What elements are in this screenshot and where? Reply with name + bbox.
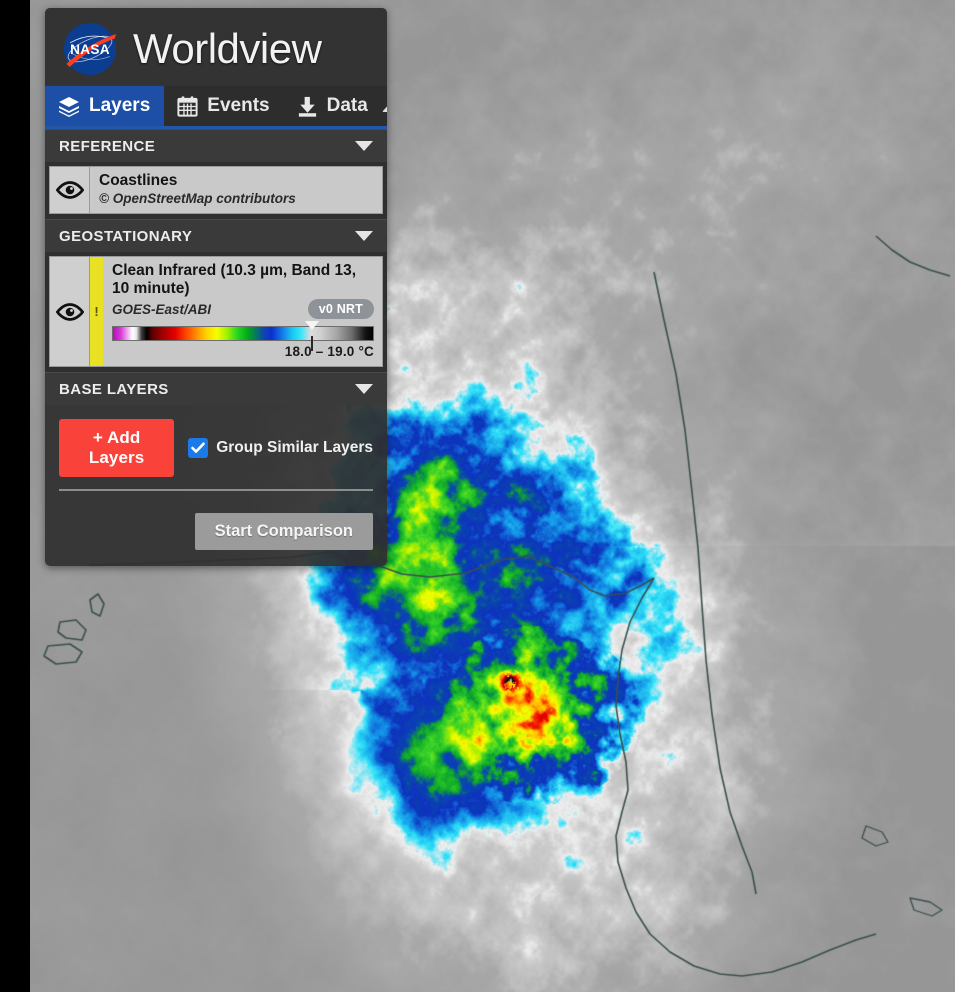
- section-header-geostationary[interactable]: GEOSTATIONARY: [45, 219, 387, 253]
- start-comparison-button[interactable]: Start Comparison: [194, 513, 373, 551]
- visibility-toggle-clean-infrared[interactable]: [50, 257, 90, 367]
- calendar-icon: [177, 95, 198, 117]
- layer-attribution-coastlines: © OpenStreetMap contributors: [99, 191, 296, 207]
- group-similar-layers-toggle[interactable]: Group Similar Layers: [188, 438, 373, 459]
- eye-icon: [55, 302, 84, 321]
- svg-text:NASA: NASA: [70, 41, 110, 56]
- exclamation-icon: !: [94, 304, 99, 320]
- panel-actions: + Add Layers Group Similar Layers: [45, 405, 387, 501]
- worldview-app: NASA Worldview Layers Events Data REFERE…: [0, 0, 955, 992]
- layer-row-clean-infrared[interactable]: ! Clean Infrared (10.3 µm, Band 13, 10 m…: [49, 256, 383, 368]
- reference-layer-list: Coastlines © OpenStreetMap contributors: [45, 162, 387, 220]
- group-similar-checkbox[interactable]: [188, 438, 209, 459]
- colorbar-gradient[interactable]: [112, 326, 374, 342]
- tab-events-label: Events: [207, 95, 270, 116]
- nasa-meatball-logo[interactable]: NASA: [59, 18, 121, 80]
- collapse-panel-button[interactable]: [381, 86, 387, 126]
- checkmark-icon: [191, 442, 206, 453]
- page-title: Worldview: [133, 24, 322, 72]
- geostationary-layer-list: ! Clean Infrared (10.3 µm, Band 13, 10 m…: [45, 252, 387, 373]
- section-title-reference: REFERENCE: [59, 137, 156, 155]
- tab-events[interactable]: Events: [164, 86, 283, 126]
- add-layers-button[interactable]: + Add Layers: [59, 419, 175, 478]
- caret-down-icon[interactable]: [355, 384, 373, 395]
- layer-name-coastlines: Coastlines: [99, 172, 178, 189]
- status-badge[interactable]: v0 NRT: [307, 299, 374, 320]
- caret-down-icon[interactable]: [355, 141, 373, 151]
- layers-panel: NASA Worldview Layers Events Data REFERE…: [45, 8, 387, 567]
- actions-divider: [59, 489, 373, 492]
- download-icon: [298, 96, 316, 117]
- layer-info-clean-infrared: Clean Infrared (10.3 µm, Band 13, 10 min…: [103, 257, 382, 366]
- tab-layers-label: Layers: [89, 95, 151, 116]
- tab-data[interactable]: Data: [284, 86, 382, 126]
- layer-name-clean-infrared: Clean Infrared (10.3 µm, Band 13, 10 min…: [112, 262, 357, 297]
- group-similar-label: Group Similar Layers: [216, 439, 373, 457]
- colorbar-range-label: 18.0 – 19.0 °C: [284, 344, 374, 360]
- tab-data-label: Data: [326, 95, 368, 116]
- layer-warning-indicator[interactable]: !: [90, 257, 103, 367]
- tab-layers[interactable]: Layers: [45, 86, 165, 126]
- layers-stack-icon: [59, 97, 79, 117]
- section-header-base-layers[interactable]: BASE LAYERS: [45, 372, 387, 406]
- layer-source-clean-infrared: GOES-East/ABI: [112, 301, 212, 317]
- comparison-row: Start Comparison: [45, 501, 387, 566]
- chevron-up-icon: [381, 100, 387, 112]
- app-header: NASA Worldview: [45, 8, 387, 86]
- layer-info-coastlines: Coastlines © OpenStreetMap contributors: [90, 167, 382, 213]
- section-title-geostationary: GEOSTATIONARY: [59, 227, 193, 245]
- layer-row-coastlines[interactable]: Coastlines © OpenStreetMap contributors: [49, 166, 383, 215]
- eye-icon: [55, 181, 84, 200]
- colorbar-container: [112, 321, 374, 352]
- section-title-base-layers: BASE LAYERS: [59, 380, 169, 398]
- visibility-toggle-coastlines[interactable]: [50, 167, 90, 214]
- panel-tabbar: Layers Events Data: [45, 86, 387, 129]
- caret-down-icon[interactable]: [355, 231, 373, 242]
- section-header-reference[interactable]: REFERENCE: [45, 129, 387, 162]
- map-left-gutter: [0, 0, 30, 992]
- colorbar-threshold-handle[interactable]: [304, 321, 319, 352]
